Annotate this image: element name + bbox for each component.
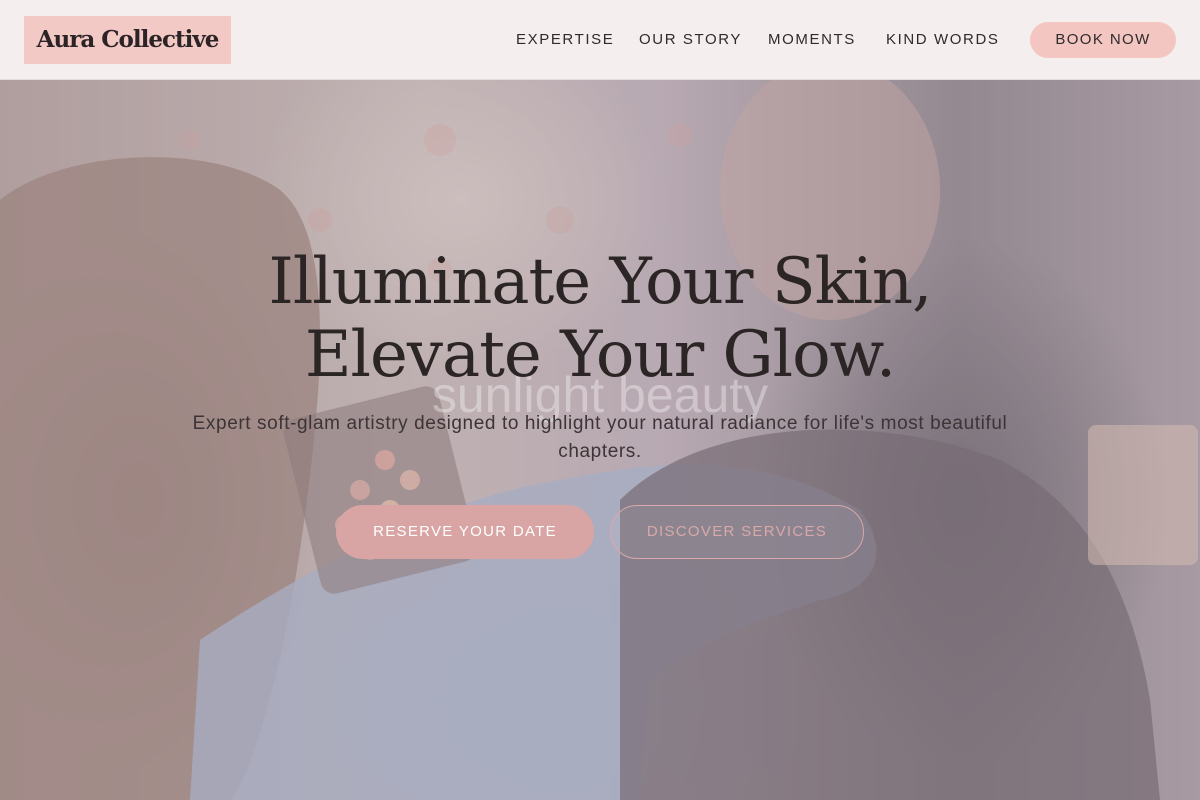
reserve-date-button[interactable]: RESERVE YOUR DATE [336,505,594,559]
hero-heading-line-1: Illuminate Your Skin, [268,245,933,319]
discover-services-button[interactable]: DISCOVER SERVICES [610,505,864,559]
nav-item-expertise[interactable]: EXPERTISE [516,30,614,50]
main-nav: EXPERTISE OUR STORY MOMENTS KIND WORDS B… [0,0,1200,80]
hero-section: sunlight beauty Illuminate Your Skin, El… [0,80,1200,800]
hero-heading: Illuminate Your Skin, Elevate Your Glow. [150,246,1050,392]
hero-heading-line-2: Elevate Your Glow. [304,318,896,392]
site-header: Aura Collective EXPERTISE OUR STORY MOME… [0,0,1200,80]
nav-item-our-story[interactable]: OUR STORY [639,30,742,50]
hero-subtitle: Expert soft-glam artistry designed to hi… [192,413,1008,462]
nav-item-moments[interactable]: MOMENTS [768,30,856,50]
book-now-button[interactable]: BOOK NOW [1030,22,1176,58]
nav-item-kind-words[interactable]: KIND WORDS [886,30,1000,50]
